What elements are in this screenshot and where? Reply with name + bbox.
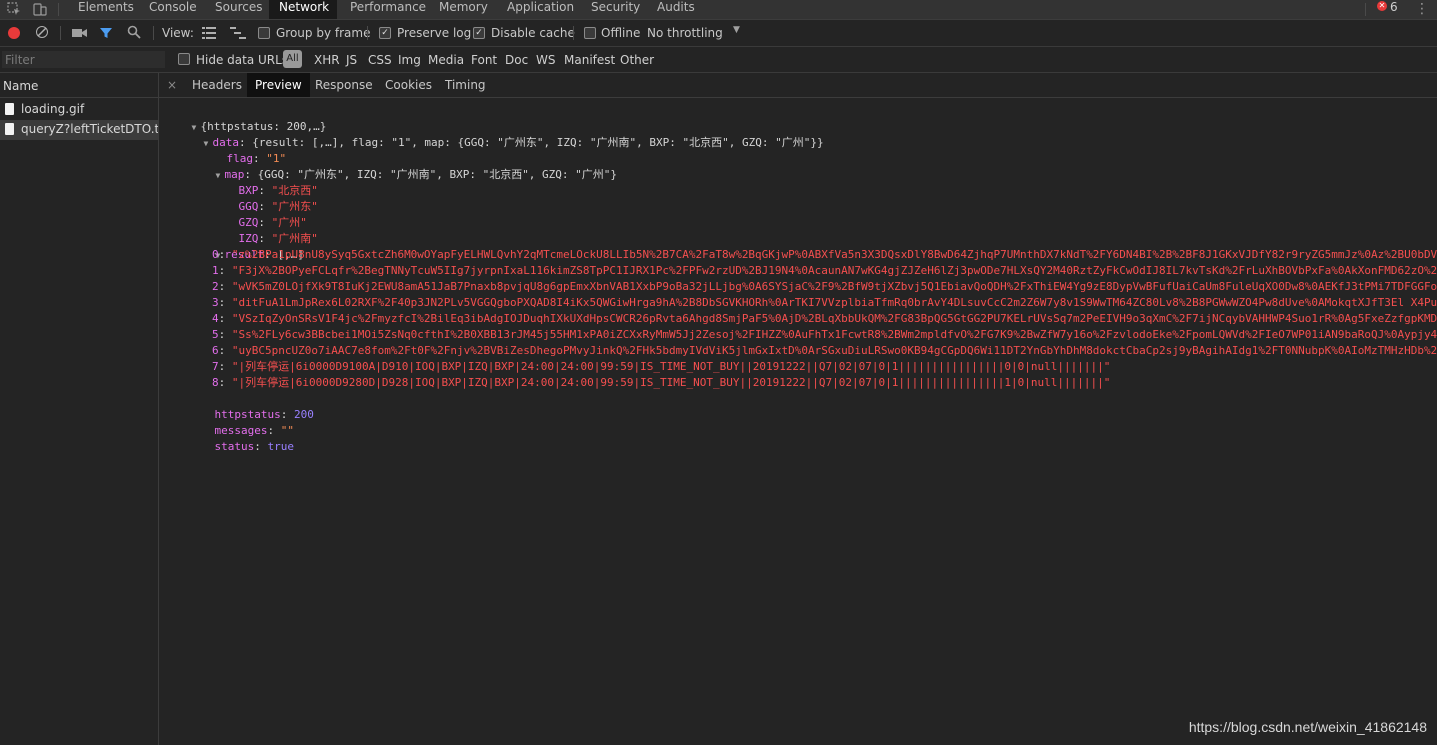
tree-node-httpstatus: httpstatus: 200 [214, 408, 314, 421]
tab-audits[interactable]: Audits [647, 0, 705, 19]
error-icon[interactable]: ✕ [1377, 1, 1387, 11]
request-row[interactable]: loading.gif [0, 100, 158, 120]
screenshot-capture-icon[interactable] [72, 27, 88, 42]
devtools-tab-bar: Elements Console Sources Network Perform… [0, 0, 1437, 20]
tab-preview[interactable]: Preview [247, 73, 310, 97]
offline-label[interactable]: Offline [601, 26, 640, 40]
tab-memory[interactable]: Memory [429, 0, 498, 19]
tab-elements[interactable]: Elements [68, 0, 144, 19]
tab-sources[interactable]: Sources [205, 0, 272, 19]
filter-js[interactable]: JS [346, 53, 357, 67]
divider [153, 26, 154, 40]
offline-checkbox[interactable] [584, 27, 596, 39]
tree-node-data[interactable]: ▼ data: {result: [,…], flag: "1", map: {G… [177, 119, 824, 149]
filter-media[interactable]: Media [428, 53, 464, 67]
tree-node-map[interactable]: ▼ map: {GGQ: "广州东", IZQ: "广州南", BXP: "北京西… [189, 151, 618, 181]
filter-font[interactable]: Font [471, 53, 497, 67]
divider [367, 26, 368, 40]
tab-performance[interactable]: Performance [340, 0, 436, 19]
filter-input[interactable] [2, 51, 165, 68]
filter-xhr[interactable]: XHR [314, 53, 340, 67]
tree-node-messages: messages: "" [214, 424, 294, 437]
result-item: 5: "Ss%2FLy6cw3BBcbei1MOi5ZsNq0cfthI%2B0… [212, 328, 1437, 341]
filter-manifest[interactable]: Manifest [564, 53, 615, 67]
tab-network[interactable]: Network [269, 0, 337, 19]
divider [58, 3, 59, 16]
tab-response[interactable]: Response [307, 73, 381, 97]
map-entry: BXP: "北京西" [238, 184, 318, 197]
result-item: 7: "|列车停运|6i0000D9100A|D910|IOQ|BXP|IZQ|… [212, 360, 1111, 373]
filter-icon[interactable] [99, 26, 113, 43]
detail-tabs: × Headers Preview Response Cookies Timin… [159, 73, 1437, 98]
result-item: 1: "F3jX%2BOPyeFCLqfr%2BegTNNyTcuW5IIg7j… [212, 264, 1437, 277]
value-httpstatus: 200 [293, 408, 314, 421]
file-icon [5, 103, 14, 115]
map-entry: IZQ: "广州南" [238, 232, 318, 245]
result-item: 8: "|列车停运|6i0000D9280D|D928|IOQ|BXP|IZQ|… [212, 376, 1111, 389]
result-item: 3: "ditFuA1LmJpRex6L02RXF%2F40p3JN2PLv5V… [212, 296, 1437, 309]
file-icon [5, 123, 14, 135]
request-row[interactable]: queryZ?leftTicketDTO.tr... [0, 120, 158, 140]
device-toolbar-icon[interactable] [32, 1, 48, 17]
inspect-element-icon[interactable] [6, 1, 22, 17]
disable-cache-checkbox[interactable]: ✓ [473, 27, 485, 39]
requests-list: Name loading.gif queryZ?leftTicketDTO.tr… [0, 73, 159, 745]
divider [573, 26, 574, 40]
preserve-log-label[interactable]: Preserve log [397, 26, 471, 40]
json-preview: ▼ {httpstatus: 200,…} ▼ data: {result: [,…… [159, 98, 1437, 745]
filter-css[interactable]: CSS [368, 53, 392, 67]
tab-cookies[interactable]: Cookies [377, 73, 440, 97]
request-name: loading.gif [21, 102, 85, 116]
search-icon[interactable] [127, 25, 141, 42]
tree-node-status: status: true [214, 440, 295, 453]
error-count[interactable]: 6 [1390, 0, 1398, 14]
hide-data-urls-checkbox[interactable] [178, 53, 190, 65]
waterfall-overview-icon[interactable] [230, 27, 246, 42]
name-column-label: Name [3, 79, 39, 93]
name-column-header[interactable]: Name [0, 73, 158, 98]
tab-timing[interactable]: Timing [437, 73, 494, 97]
tree-node-flag: flag: "1" [226, 152, 287, 165]
network-toolbar: View: Group by frame ✓ Preserve log ✓ Di… [0, 20, 1437, 47]
group-by-frame-label[interactable]: Group by frame [276, 26, 370, 40]
throttling-select[interactable]: No throttling [647, 26, 723, 40]
tree-root[interactable]: ▼ {httpstatus: 200,…} [165, 103, 327, 133]
record-icon[interactable] [8, 27, 20, 39]
watermark: https://blog.csdn.net/weixin_41862148 [1188, 719, 1427, 735]
result-item: 0: "z%2BPa1pU8nU8ySyq5GxtcZh6M0wOYapFyEL… [212, 248, 1437, 261]
value-status: true [267, 440, 295, 453]
chevron-down-icon[interactable]: ▼ [733, 25, 740, 35]
filter-doc[interactable]: Doc [505, 53, 528, 67]
filter-other[interactable]: Other [620, 53, 654, 67]
map-entry: GZQ: "广州" [238, 216, 307, 229]
map-entry: GGQ: "广州东" [238, 200, 318, 213]
tab-headers[interactable]: Headers [184, 73, 250, 97]
divider [1365, 3, 1366, 16]
data-summary: {result: [,…], flag: "1", map: {GGQ: "广州… [252, 136, 824, 149]
hide-data-urls-label[interactable]: Hide data URLs [196, 53, 288, 67]
group-by-frame-checkbox[interactable] [258, 27, 270, 39]
view-label: View: [162, 26, 194, 40]
close-icon[interactable]: × [167, 78, 177, 92]
tab-security[interactable]: Security [581, 0, 650, 19]
large-rows-icon[interactable] [202, 27, 216, 42]
tree-node-result[interactable]: ▼ result: [,…] [189, 231, 305, 261]
result-item: 4: "VSzIqZyOnSRsV1F4jc%2FmyzfcI%2BilEq3i… [212, 312, 1437, 325]
result-item: 6: "uyBC5pncUZ0o7iAAC7e8fom%2Ft0F%2Fnjv%… [212, 344, 1437, 357]
filter-img[interactable]: Img [398, 53, 421, 67]
filter-ws[interactable]: WS [536, 53, 555, 67]
divider [60, 26, 61, 40]
preserve-log-checkbox[interactable]: ✓ [379, 27, 391, 39]
clear-icon[interactable] [36, 26, 48, 38]
tab-application[interactable]: Application [497, 0, 584, 19]
result-item: 2: "wVK5mZ0LOjfXk9T8IuKj2EWU8amA51JaB7Pn… [212, 280, 1437, 293]
filter-all-button[interactable]: All [283, 50, 302, 68]
more-menu-icon[interactable]: ⋮ [1414, 1, 1430, 17]
disable-cache-label[interactable]: Disable cache [491, 26, 575, 40]
tab-console[interactable]: Console [139, 0, 207, 19]
request-name: queryZ?leftTicketDTO.tr... [21, 122, 158, 136]
filter-bar: Hide data URLs All XHR JS CSS Img Media … [0, 47, 1437, 73]
